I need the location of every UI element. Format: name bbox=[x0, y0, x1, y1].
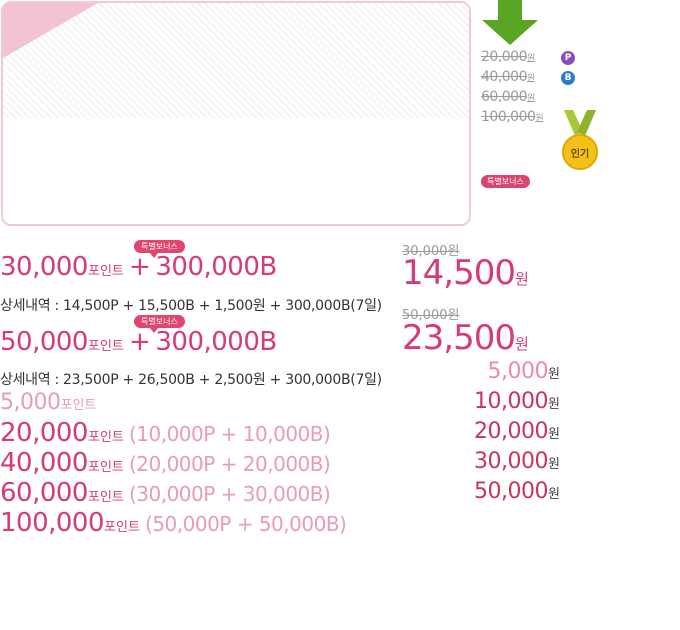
package-20000[interactable]: 20,000포인트 (10,000P + 10,000B) bbox=[0, 418, 331, 448]
package-100000[interactable]: 100,000포인트 (50,000P + 50,000B) bbox=[0, 508, 347, 538]
package-40000-price[interactable]: 20,000원 bbox=[474, 419, 560, 444]
offer-detail: 상세내역 : 23,500P + 26,500B + 2,500원 + 300,… bbox=[0, 372, 382, 388]
package-20000-price[interactable]: 10,000원 bbox=[474, 389, 560, 414]
package-40000[interactable]: 40,000포인트 (20,000P + 20,000B) bbox=[0, 448, 331, 478]
banner-corner-fold bbox=[3, 3, 98, 58]
special-bonus-badge: 특별보너스 bbox=[481, 175, 530, 188]
offer-price[interactable]: 14,500원 bbox=[402, 253, 529, 293]
offer-30000[interactable]: 30,000포인트 + 300,000B bbox=[0, 252, 277, 282]
bonus-badge-icon: B bbox=[561, 71, 575, 85]
down-arrow-icon bbox=[482, 0, 538, 45]
popular-medal-icon: 인기 bbox=[561, 110, 599, 174]
offer-50000[interactable]: 50,000포인트 + 300,000B bbox=[0, 327, 277, 357]
offer-points: 30,000 bbox=[0, 252, 88, 282]
offer-points-unit: 포인트 bbox=[87, 264, 124, 279]
package-60000[interactable]: 60,000포인트 (30,000P + 30,000B) bbox=[0, 478, 331, 508]
popular-label: 인기 bbox=[570, 149, 590, 160]
offer-bonus: 300,000B bbox=[155, 327, 277, 357]
offer-points: 50,000 bbox=[0, 327, 88, 357]
tier-100000-price: 100,000원 bbox=[481, 109, 544, 125]
package-100000-price[interactable]: 50,000원 bbox=[474, 479, 560, 504]
tier-60000-price: 60,000원 bbox=[481, 89, 535, 105]
offer-price[interactable]: 23,500원 bbox=[402, 318, 529, 358]
tier-20000-price: 20,000원 bbox=[481, 49, 535, 65]
package-5000[interactable]: 5,000포인트 bbox=[0, 390, 96, 415]
offer-plus: + bbox=[128, 252, 151, 282]
offer-bonus: 300,000B bbox=[155, 252, 277, 282]
offer-detail: 상세내역 : 14,500P + 15,500B + 1,500원 + 300,… bbox=[0, 298, 382, 314]
offer-plus: + bbox=[128, 327, 151, 357]
package-60000-price[interactable]: 30,000원 bbox=[474, 449, 560, 474]
banner-panel bbox=[1, 1, 471, 226]
tier-40000-price: 40,000원 bbox=[481, 69, 535, 85]
offer-points-unit: 포인트 bbox=[87, 339, 124, 354]
point-badge-icon: P bbox=[561, 51, 575, 65]
package-5000-price[interactable]: 5,000원 bbox=[488, 359, 560, 384]
